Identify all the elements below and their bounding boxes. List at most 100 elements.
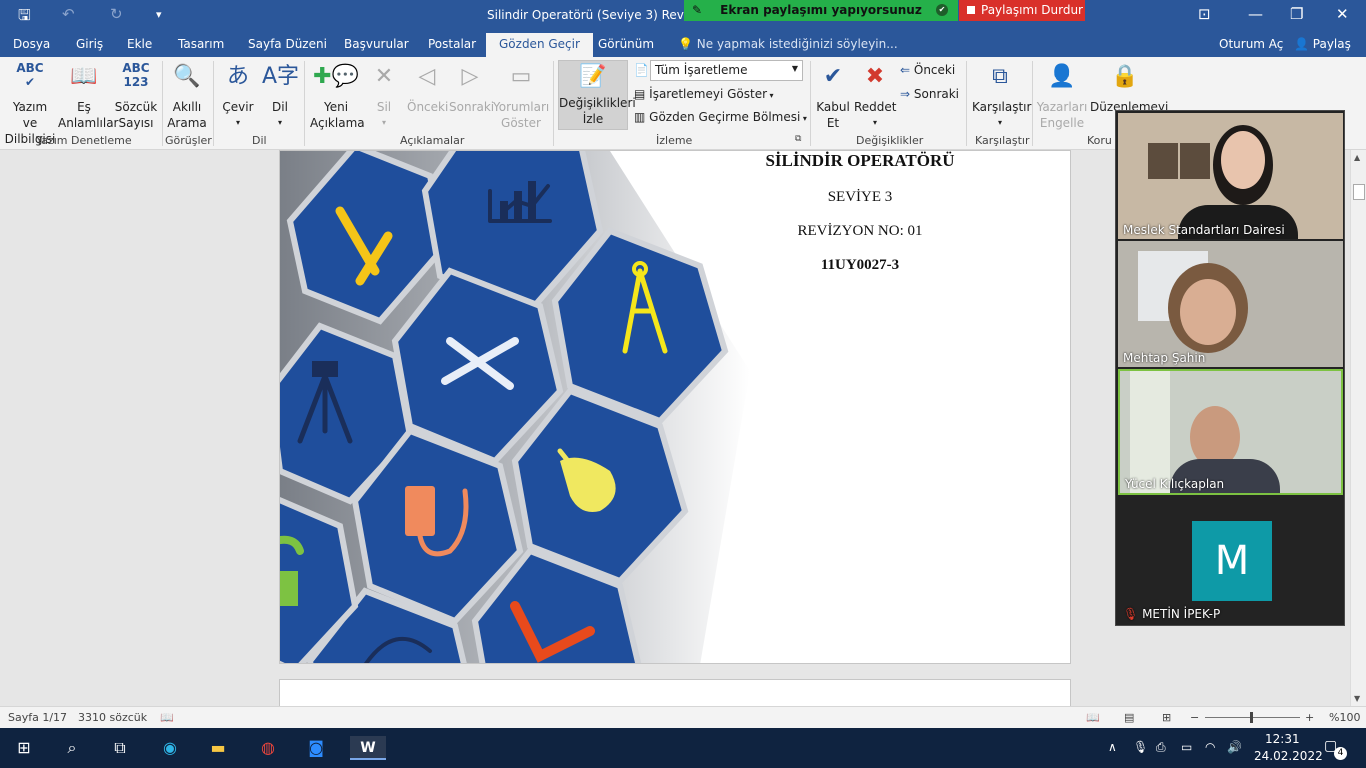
- wifi-icon[interactable]: ◠: [1205, 740, 1215, 754]
- previous-change-button[interactable]: ⇐ Önceki: [900, 63, 955, 77]
- tab-gozden-gecir[interactable]: Gözden Geçir: [486, 33, 593, 57]
- zoom-in-icon[interactable]: +: [1305, 711, 1314, 724]
- show-comments-button[interactable]: ▭ Yorumları Göster: [493, 61, 549, 131]
- compare-button[interactable]: ⧉ Karşılaştır ▾: [972, 61, 1031, 131]
- web-layout-icon[interactable]: ⊞: [1162, 711, 1171, 724]
- battery-icon[interactable]: ▭: [1181, 740, 1192, 754]
- tab-postalar[interactable]: Postalar: [428, 37, 476, 51]
- tab-ekle[interactable]: Ekle: [127, 37, 152, 51]
- word-app-icon[interactable]: W: [350, 736, 386, 760]
- next-comment-button[interactable]: ▷ Sonraki: [449, 61, 494, 115]
- scroll-down-icon[interactable]: ▼: [1354, 694, 1360, 703]
- show-markup-label: İşaretlemeyi Göster: [649, 87, 768, 101]
- previous-comment-icon: ◁: [418, 64, 436, 89]
- clock-date[interactable]: 24.02.2022: [1254, 749, 1323, 763]
- redo-icon[interactable]: ↻: [110, 5, 123, 23]
- tab-tasarim[interactable]: Tasarım: [178, 37, 224, 51]
- scroll-up-icon[interactable]: ▲: [1354, 153, 1360, 162]
- minimize-icon[interactable]: —: [1248, 5, 1263, 23]
- show-hidden-icons-icon[interactable]: ∧: [1108, 740, 1117, 754]
- zoom-level[interactable]: %100: [1329, 711, 1360, 724]
- document-title: SİLİNDİR OPERATÖRÜ: [765, 151, 955, 170]
- picture-frame: [1180, 143, 1210, 179]
- delete-comment-button[interactable]: ✕ Sil ▾: [368, 61, 400, 131]
- camera-icon[interactable]: ⎙: [1156, 740, 1166, 755]
- reject-button[interactable]: ✖ Reddet ▾: [854, 61, 897, 131]
- file-explorer-icon[interactable]: ▬: [204, 736, 232, 760]
- track-changes-button[interactable]: 📝 Değişiklikleri İzle: [558, 60, 636, 130]
- stop-share-button[interactable]: Paylaşımı Durdur: [959, 0, 1085, 21]
- participant-tile[interactable]: M 🎙 METİN İPEK-P: [1118, 497, 1343, 623]
- divider: [1032, 61, 1033, 146]
- tab-sayfa-duzeni[interactable]: Sayfa Düzeni: [248, 37, 327, 51]
- dialog-launcher-icon[interactable]: ⧉: [795, 134, 801, 144]
- review-pane-button[interactable]: ▥ Gözden Geçirme Bölmesi ▾: [634, 110, 807, 124]
- zoom-out-icon[interactable]: −: [1190, 711, 1199, 724]
- document-page[interactable]: SİLİNDİR OPERATÖRÜ SEVİYE 3 REVİZYON NO:…: [279, 150, 1071, 664]
- tab-basvurular[interactable]: Başvurular: [344, 37, 409, 51]
- divider: [810, 61, 811, 146]
- participant-tile[interactable]: Mehtap Şahin: [1118, 241, 1343, 367]
- smart-lookup-button[interactable]: 🔍 Akıllı Arama: [165, 61, 209, 131]
- participant-tile[interactable]: Meslek Standartları Dairesi: [1118, 113, 1343, 239]
- zoom-slider-thumb[interactable]: [1250, 712, 1253, 723]
- undo-icon[interactable]: ↶: [62, 5, 75, 23]
- track-changes-label: Değişiklikleri İzle: [559, 96, 636, 126]
- close-icon[interactable]: ✕: [1336, 5, 1349, 23]
- windows-start-icon[interactable]: ⊞: [10, 736, 38, 760]
- language-icon: A字: [262, 64, 300, 89]
- clock-time[interactable]: 12:31: [1265, 732, 1300, 746]
- sign-in-link[interactable]: Oturum Aç: [1219, 37, 1283, 51]
- delete-comment-icon: ✕: [374, 64, 394, 89]
- tab-gorunum[interactable]: Görünüm: [598, 37, 654, 51]
- title-bar: 🖫 ↶ ↻ ▾ Silindir Operatörü (Seviye 3) Re…: [0, 0, 1366, 31]
- word-count[interactable]: 3310 sözcük: [78, 711, 147, 724]
- language-button[interactable]: A字 Dil ▾: [262, 61, 300, 131]
- word-count-button[interactable]: ABC 123 Sözcük Sayısı: [114, 61, 158, 131]
- ribbon-display-icon[interactable]: ⊡: [1198, 5, 1211, 23]
- chrome-icon[interactable]: ◍: [254, 736, 282, 760]
- participant-name: Yücel Kılıçkaplan: [1125, 477, 1225, 491]
- group-label-proofing: Yazım Denetleme: [36, 134, 132, 147]
- tell-me-search[interactable]: 💡 Ne yapmak istediğinizi söyleyin...: [678, 37, 898, 51]
- translate-label: Çevir: [222, 100, 254, 114]
- track-changes-icon: 📝: [579, 64, 607, 89]
- previous-comment-button[interactable]: ◁ Önceki: [407, 61, 449, 115]
- accept-button[interactable]: ✔ Kabul Et: [815, 61, 851, 131]
- zoom-app-icon[interactable]: ◙: [302, 736, 330, 760]
- video-call-panel: Meslek Standartları Dairesi Mehtap Şahin…: [1115, 110, 1345, 626]
- next-change-button[interactable]: ⇒ Sonraki: [900, 87, 959, 101]
- person-icon: 👤: [1294, 37, 1313, 51]
- translate-button[interactable]: あ Çevir ▾: [218, 61, 258, 131]
- vertical-scrollbar[interactable]: ▲ ▼: [1350, 150, 1366, 706]
- show-markup-button[interactable]: ▤ İşaretlemeyi Göster ▾: [634, 87, 774, 101]
- tab-giris[interactable]: Giriş: [76, 37, 103, 51]
- delete-comment-label: Sil: [376, 100, 392, 114]
- participant-name-muted: 🎙 METİN İPEK-P: [1123, 607, 1220, 621]
- print-layout-icon[interactable]: ▤: [1124, 711, 1134, 724]
- search-icon[interactable]: ⌕: [58, 736, 86, 760]
- save-icon[interactable]: 🖫: [18, 5, 31, 30]
- tab-dosya[interactable]: Dosya: [13, 37, 50, 51]
- edge-icon[interactable]: ◉: [156, 736, 184, 760]
- volume-icon[interactable]: 🔊: [1227, 740, 1242, 754]
- customize-qat-icon[interactable]: ▾: [156, 8, 162, 21]
- reject-label: Reddet: [854, 100, 897, 114]
- markup-select[interactable]: Tüm İşaretleme ▼: [650, 60, 803, 81]
- previous-comment-label: Önceki: [407, 100, 449, 114]
- restore-icon[interactable]: ❐: [1290, 5, 1303, 23]
- avatar: M: [1192, 521, 1272, 601]
- scroll-thumb[interactable]: [1353, 184, 1365, 200]
- participant-tile-active[interactable]: Yücel Kılıçkaplan: [1118, 369, 1343, 495]
- new-comment-button[interactable]: ✚💬 Yeni Açıklama: [310, 61, 365, 131]
- block-authors-button[interactable]: 👤 Yazarları Engelle: [1036, 61, 1088, 131]
- page-indicator[interactable]: Sayfa 1/17: [8, 711, 67, 724]
- microphone-icon[interactable]: 🎙: [1133, 740, 1148, 754]
- proofing-status-icon[interactable]: 📖: [160, 711, 174, 724]
- share-button[interactable]: 👤 Paylaş: [1294, 37, 1351, 51]
- thesaurus-button[interactable]: 📖 Eş Anlamlılar: [58, 61, 118, 131]
- document-page-2[interactable]: [279, 679, 1071, 709]
- read-mode-icon[interactable]: 📖: [1086, 711, 1100, 724]
- task-view-icon[interactable]: ⧉: [106, 736, 134, 760]
- group-label-insights: Görüşler: [165, 134, 212, 147]
